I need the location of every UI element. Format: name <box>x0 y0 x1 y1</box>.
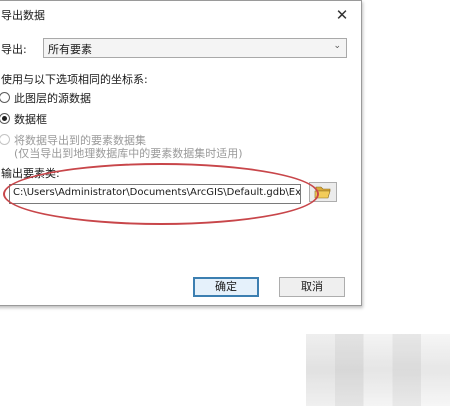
output-feature-class-label: 输出要素类: <box>1 167 60 180</box>
chevron-down-icon: ⌄ <box>333 41 341 51</box>
feature-dataset-note: (仅当导出到地理数据库中的要素数据集时适用) <box>14 147 243 160</box>
radio-feature-dataset <box>0 134 10 145</box>
export-select[interactable]: 所有要素 ⌄ <box>43 38 347 58</box>
radio-data-frame[interactable] <box>0 113 10 124</box>
ok-button[interactable]: 确定 <box>193 277 259 297</box>
export-select-value: 所有要素 <box>48 43 92 56</box>
output-path-field[interactable]: C:\Users\Administrator\Documents\ArcGIS\… <box>9 184 301 204</box>
close-icon[interactable]: ✕ <box>331 4 353 26</box>
output-path-value: C:\Users\Administrator\Documents\ArcGIS\… <box>13 187 301 198</box>
radio-source-data-label[interactable]: 此图层的源数据 <box>14 90 91 106</box>
export-data-dialog: 导出数据 ✕ 导出: 所有要素 ⌄ 使用与以下选项相同的坐标系: 此图层的源数据… <box>0 0 362 306</box>
coordinate-system-label: 使用与以下选项相同的坐标系: <box>1 73 148 86</box>
dialog-title: 导出数据 <box>1 9 45 22</box>
export-label: 导出: <box>1 43 27 56</box>
open-folder-icon <box>314 186 331 199</box>
cancel-button[interactable]: 取消 <box>279 277 345 297</box>
title-bar: 导出数据 ✕ <box>0 1 361 29</box>
radio-data-frame-label[interactable]: 数据框 <box>14 111 47 127</box>
browse-button[interactable] <box>309 182 337 202</box>
blurred-region <box>306 334 450 406</box>
radio-source-data[interactable] <box>0 92 10 103</box>
